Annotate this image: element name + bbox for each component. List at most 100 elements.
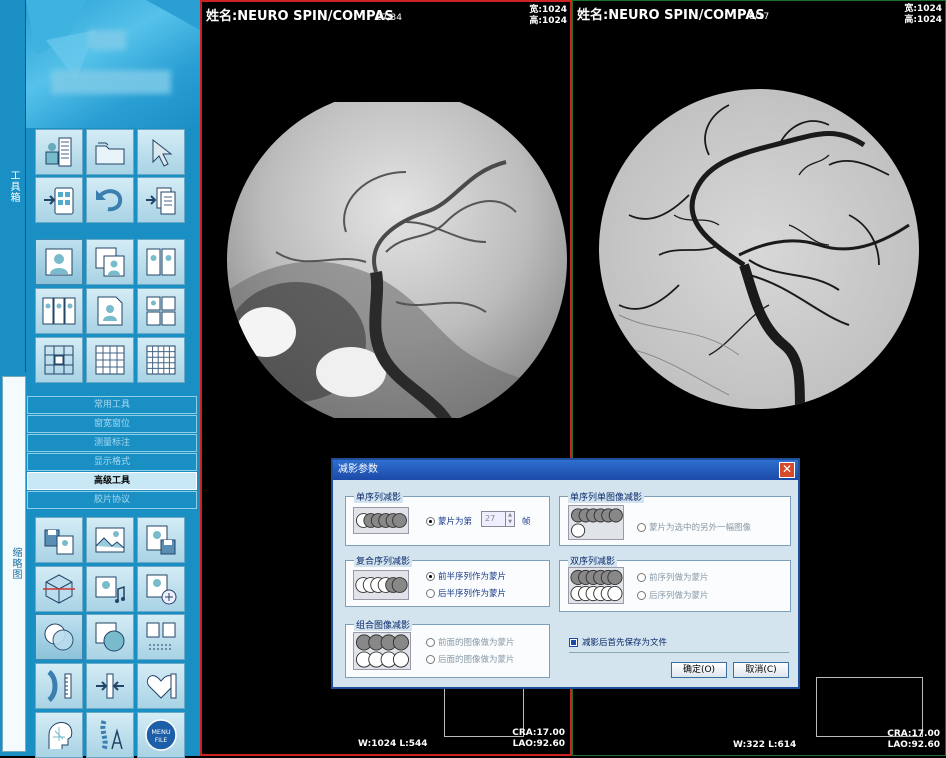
fusion-button[interactable] — [86, 614, 134, 660]
menu-file-button[interactable]: MENU FILE — [137, 712, 185, 758]
grid-3x3-button[interactable] — [35, 337, 83, 383]
fusion-circles-icon — [95, 622, 125, 652]
tab-toolbox[interactable]: 工具箱 — [0, 0, 26, 372]
save-image-icon — [146, 525, 176, 555]
front-image-radio[interactable]: 前面的图像做为蒙片 — [426, 636, 515, 648]
ok-button[interactable]: 确定(O) — [671, 662, 727, 678]
grid-3x3-icon — [44, 345, 74, 375]
menu-window-level[interactable]: 窗宽窗位 — [27, 415, 197, 433]
subtraction-button[interactable] — [35, 614, 83, 660]
patient-banner — [26, 0, 200, 128]
layout-1x1-button[interactable] — [35, 239, 83, 285]
overlap-circles-icon — [44, 623, 74, 651]
patient-list-button[interactable] — [35, 129, 83, 175]
dialog-title[interactable]: 减影参数 — [333, 460, 798, 480]
cine-playback-button[interactable] — [86, 566, 134, 612]
image-size: 宽:1024 高:1024 — [529, 5, 567, 27]
angiogram-image-right[interactable] — [599, 85, 919, 413]
back-series-radio[interactable]: 后序列做为蒙片 — [637, 589, 709, 601]
export-series-button[interactable] — [137, 177, 185, 223]
stenosis-measure-button[interactable] — [35, 663, 83, 709]
converge-arrows-icon — [96, 673, 124, 699]
print-image-icon — [146, 574, 177, 605]
layout-2x2-button[interactable] — [137, 288, 185, 334]
back-image-radio[interactable]: 后面的图像做为蒙片 — [426, 653, 515, 665]
dual-series-thumbnail — [568, 567, 624, 604]
radio-dot — [426, 516, 435, 526]
radio-dot — [426, 588, 435, 598]
frame-number-spinner[interactable]: 27 ▲ ▼ — [481, 511, 515, 527]
arrow-converge-button[interactable] — [86, 663, 134, 709]
back-half-label: 后半序列作为蒙片 — [438, 589, 507, 599]
back-series-label: 后序列做为蒙片 — [649, 591, 709, 601]
layout-stack-button[interactable] — [86, 239, 134, 285]
group-title: 组合图像减影 — [354, 618, 413, 631]
back-half-radio[interactable]: 后半序列作为蒙片 — [426, 587, 506, 599]
projection-info: CRA:17.00 LAO:92.60 — [512, 728, 565, 750]
pointer-arrow-icon — [152, 138, 173, 167]
blurred-name — [88, 30, 126, 50]
mask-frame-radio[interactable]: 蒙片为第 — [426, 515, 472, 527]
image-height: 高:1024 — [529, 16, 567, 26]
import-series-button[interactable] — [35, 177, 83, 223]
projection-info: CRA:17.00 LAO:92.60 — [887, 729, 940, 751]
menu-display-format[interactable]: 显示格式 — [27, 453, 197, 471]
menu-file-icon: MENUFILE — [145, 719, 177, 751]
mask-thumbnail — [353, 507, 409, 534]
save-first-checkbox[interactable]: 减影后首先保存为文件 — [569, 636, 667, 648]
save-image-button[interactable] — [137, 517, 185, 563]
pointer-button[interactable] — [137, 129, 185, 175]
dicom-print-button[interactable] — [137, 566, 185, 612]
group-dual-series: 双序列减影 前序列做为蒙片 后序列做为蒙片 — [559, 554, 791, 612]
front-series-label: 前序列做为蒙片 — [649, 573, 709, 583]
page-view-button[interactable] — [86, 288, 134, 334]
menu-common-tools[interactable]: 常用工具 — [27, 396, 197, 414]
two-view-icon — [146, 248, 176, 276]
close-icon[interactable]: ✕ — [779, 462, 795, 478]
grid-5x5-button[interactable] — [137, 337, 185, 383]
group-single-image: 单序列单图像减影 蒙片为选中的另外一幅图像 — [559, 490, 791, 546]
tab-thumbnails[interactable]: 缩略图 — [2, 376, 26, 752]
group-composite-series: 复合序列减影 前半序列作为蒙片 后半序列作为蒙片 — [345, 554, 550, 607]
three-view-icon — [42, 297, 76, 325]
layout-1x2-button[interactable] — [137, 239, 185, 285]
save-series-button[interactable] — [35, 517, 83, 563]
single-image-thumbnail — [568, 505, 624, 540]
image-width: 宽:1024 — [904, 4, 942, 14]
series-link-button[interactable] — [137, 614, 185, 660]
radio-dot — [637, 590, 646, 600]
head-anatomy-button[interactable] — [35, 712, 83, 758]
group-single-series: 单序列减影 蒙片为第 27 ▲ ▼ 帧 — [345, 490, 550, 546]
front-half-radio[interactable]: 前半序列作为蒙片 — [426, 570, 506, 582]
frame-index: 8/17 — [749, 12, 770, 22]
patient-name: 姓名:NEURO SPIN/COMPAS — [577, 8, 765, 23]
single-image-radio[interactable]: 蒙片为选中的另外一幅图像 — [637, 521, 751, 533]
menu-file-sub: FILE — [155, 737, 168, 744]
frame-index: 27/34 — [376, 13, 402, 23]
mask-frame-label: 蒙片为第 — [438, 517, 473, 527]
menu-measure[interactable]: 测量标注 — [27, 434, 197, 452]
composite-thumbnail — [353, 570, 409, 600]
back-image-label: 后面的图像做为蒙片 — [438, 655, 515, 665]
page-view-icon — [97, 296, 123, 326]
cancel-button[interactable]: 取消(C) — [733, 662, 789, 678]
head-profile-icon — [48, 722, 73, 749]
grid-4x4-button[interactable] — [86, 337, 134, 383]
image-width: 宽:1024 — [529, 5, 567, 15]
heart-analysis-button[interactable] — [137, 663, 185, 709]
open-folder-button[interactable] — [86, 129, 134, 175]
front-series-radio[interactable]: 前序列做为蒙片 — [637, 571, 709, 583]
menu-advanced-tools[interactable]: 高级工具 — [27, 472, 197, 490]
spine-analysis-button[interactable] — [86, 712, 134, 758]
3d-rotate-button[interactable] — [35, 566, 83, 612]
grid-4x4-icon — [95, 345, 125, 375]
layout-1x3-button[interactable] — [35, 288, 83, 334]
undo-button[interactable] — [86, 177, 134, 223]
image-overview-button[interactable] — [86, 517, 134, 563]
menu-film-protocol[interactable]: 胶片协议 — [27, 491, 197, 509]
angiogram-image-left[interactable] — [226, 102, 568, 418]
checkbox-box — [569, 637, 578, 647]
tab-toolbox-label: 工具箱 — [8, 170, 19, 203]
heart-icon — [146, 673, 177, 699]
spinner-arrows-icon[interactable]: ▲ ▼ — [505, 512, 514, 526]
